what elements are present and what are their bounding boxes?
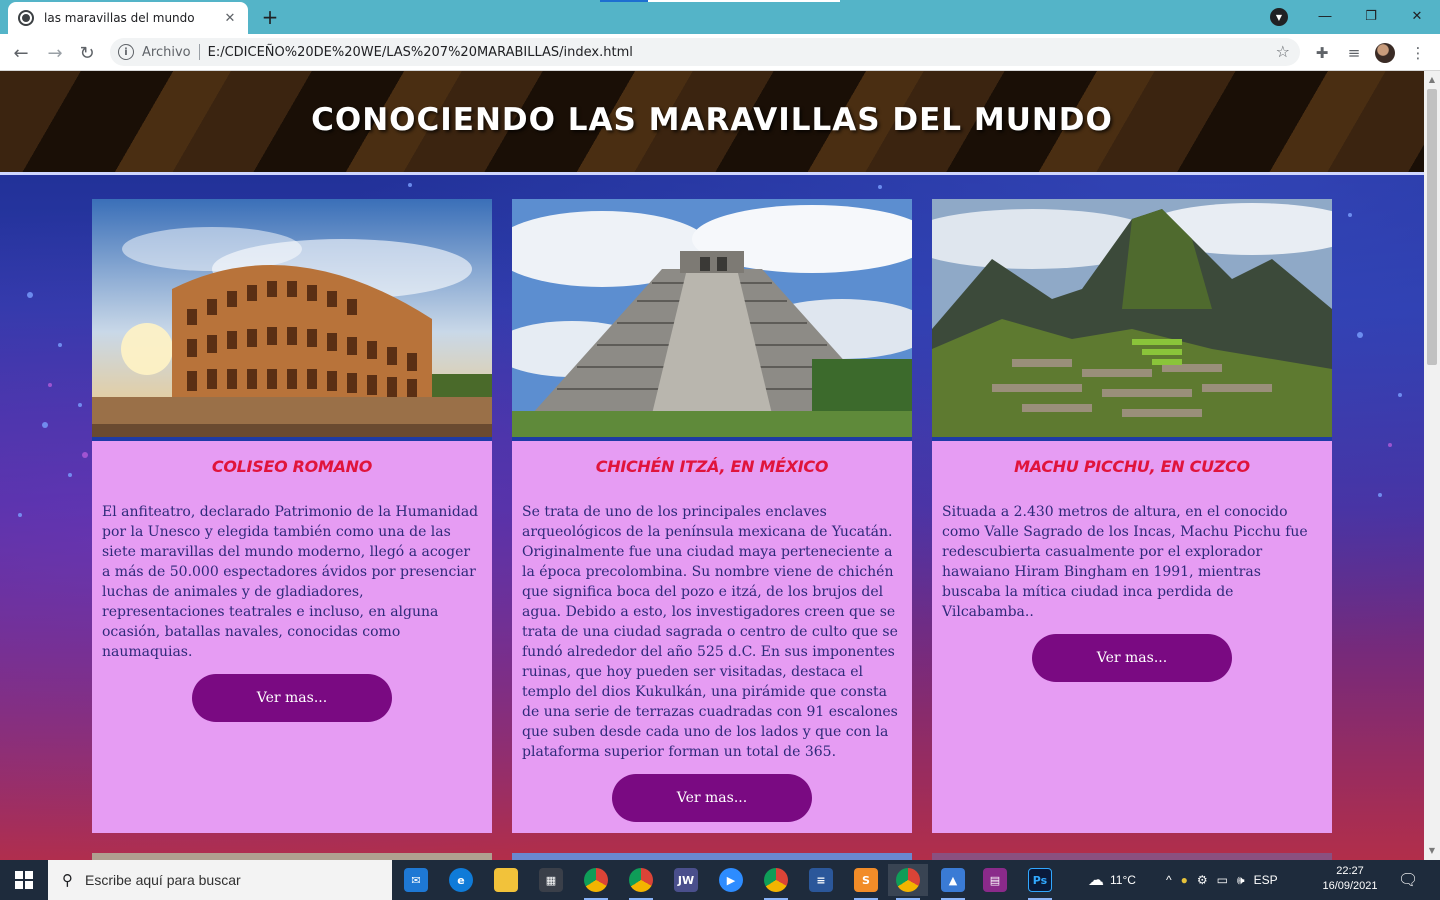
ver-mas-button[interactable]: Ver mas... [1032,634,1232,682]
extensions-icon[interactable]: ✚ [1311,42,1333,64]
search-placeholder: Escribe aquí para buscar [85,872,241,888]
jw-icon[interactable]: JW [666,864,706,896]
reload-icon[interactable]: ↻ [74,40,100,66]
page-scrollbar[interactable]: ▲ ▼ [1424,71,1440,860]
store-icon[interactable]: ▦ [531,864,571,896]
colosseum-photo [92,199,492,441]
onedrive-icon[interactable]: ⚙ [1197,873,1208,887]
photoshop-icon[interactable]: Ps [1020,864,1060,900]
minimize-button[interactable]: ― [1302,0,1348,32]
browser-toolbar: ← → ↻ i Archivo E:/CDICEÑO%20DE%20WE/LAS… [0,34,1440,71]
browser-tab-strip: las maravillas del mundo ✕ + ▼ ― ❐ ✕ [0,0,1440,34]
card-description: Situada a 2.430 metros de altura, en el … [942,504,1308,620]
bookmark-star-icon[interactable]: ☆ [1276,42,1290,61]
word-icon[interactable]: ≡ [801,864,841,896]
tab-strip-accent-blue [600,0,648,2]
card-heading: CHICHÉN ITZÁ, EN MÉXICO [595,457,829,476]
ver-mas-button[interactable]: Ver mas... [612,774,812,822]
card-machu-picchu: MACHU PICCHU, EN CUZCO Situada a 2.430 m… [932,199,1332,833]
temperature: 11°C [1110,873,1136,887]
chrome-active-icon[interactable] [888,864,928,900]
next-card-peek [512,853,912,860]
address-url[interactable]: E:/CDICEÑO%20DE%20WE/LAS%207%20MARABILLA… [208,45,633,60]
scroll-down-icon[interactable]: ▼ [1427,846,1437,856]
notifications-icon[interactable]: 🗨 [1398,860,1418,900]
clock-date: 16/09/2021 [1322,880,1378,892]
back-arrow-icon[interactable]: ← [8,40,34,66]
browser-menu-icon[interactable]: ⋮ [1407,42,1429,64]
site-info-icon[interactable]: i [118,44,134,60]
norton-icon[interactable]: ● [1181,873,1188,887]
chrome-icon[interactable] [756,864,796,900]
machu-picchu-photo [932,199,1332,441]
photos-icon[interactable]: ▲ [933,864,973,900]
page-header: CONOCIENDO LAS MARAVILLAS DEL MUNDO [0,71,1424,175]
network-icon[interactable]: ▭ [1217,873,1228,887]
weather-widget[interactable]: ☁ 11°C [1088,860,1136,900]
address-scheme-label: Archivo [142,44,191,60]
taskbar-clock[interactable]: 22:27 16/09/2021 [1318,864,1382,894]
scrollbar-thumb[interactable] [1427,89,1437,365]
next-card-peek [932,853,1332,860]
sublime-icon[interactable]: S [846,864,886,900]
start-button[interactable] [0,860,48,900]
globe-favicon-icon [18,10,34,26]
clock-time: 22:27 [1336,865,1364,877]
card-heading: MACHU PICCHU, EN CUZCO [1014,457,1250,476]
card-description: Se trata de uno de los principales encla… [522,504,898,760]
zoom-icon[interactable]: ▶ [711,864,751,896]
address-bar[interactable]: i Archivo E:/CDICEÑO%20DE%20WE/LAS%207%2… [110,38,1300,66]
windows-logo-icon [15,871,33,889]
winrar-icon[interactable]: ▤ [975,864,1015,896]
chrome-icon[interactable] [621,864,661,900]
mail-icon[interactable]: ✉ [396,864,436,896]
next-card-peek [92,853,492,860]
restore-button[interactable]: ❐ [1348,0,1394,32]
chrome-icon[interactable] [576,864,616,900]
card-heading: COLISEO ROMANO [211,457,373,476]
search-icon: ⚲ [62,871,73,889]
page-title: CONOCIENDO LAS MARAVILLAS DEL MUNDO [311,101,1113,138]
card-chichen-itza: CHICHÉN ITZÁ, EN MÉXICO Se trata de uno … [512,199,912,833]
scroll-up-icon[interactable]: ▲ [1427,75,1437,85]
new-tab-button[interactable]: + [258,5,282,29]
edge-icon[interactable]: e [441,864,481,896]
tray-expand-icon[interactable]: ^ [1166,873,1172,887]
card-description: El anfiteatro, declarado Patrimonio de l… [102,504,479,660]
tab-title: las maravillas del mundo [44,11,195,25]
close-window-button[interactable]: ✕ [1394,0,1440,32]
windows-taskbar: ⚲ Escribe aquí para buscar ✉ e ▦ JW ▶ ≡ … [0,860,1440,900]
language-indicator[interactable]: ESP [1254,873,1278,887]
forward-arrow-icon[interactable]: → [42,40,68,66]
reading-list-icon[interactable]: ≡ [1343,42,1365,64]
address-separator [198,44,200,60]
volume-icon[interactable]: 🕪 [1237,873,1245,888]
system-tray-icons: ^ ● ⚙ ▭ 🕪 ESP [1166,860,1278,900]
profile-avatar[interactable] [1375,43,1395,63]
ver-mas-button[interactable]: Ver mas... [192,674,392,722]
chichen-itza-photo [512,199,912,441]
page-viewport: CONOCIENDO LAS MARAVILLAS DEL MUNDO COLI… [0,71,1424,860]
cloud-icon: ☁ [1088,872,1104,889]
tab-close-icon[interactable]: ✕ [222,10,238,26]
file-explorer-icon[interactable] [486,864,526,896]
taskbar-search[interactable]: ⚲ Escribe aquí para buscar [48,860,392,900]
tab-search-icon[interactable]: ▼ [1270,8,1288,26]
card-colosseum: COLISEO ROMANO El anfiteatro, declarado … [92,199,492,833]
browser-tab-active[interactable]: las maravillas del mundo ✕ [8,2,248,34]
